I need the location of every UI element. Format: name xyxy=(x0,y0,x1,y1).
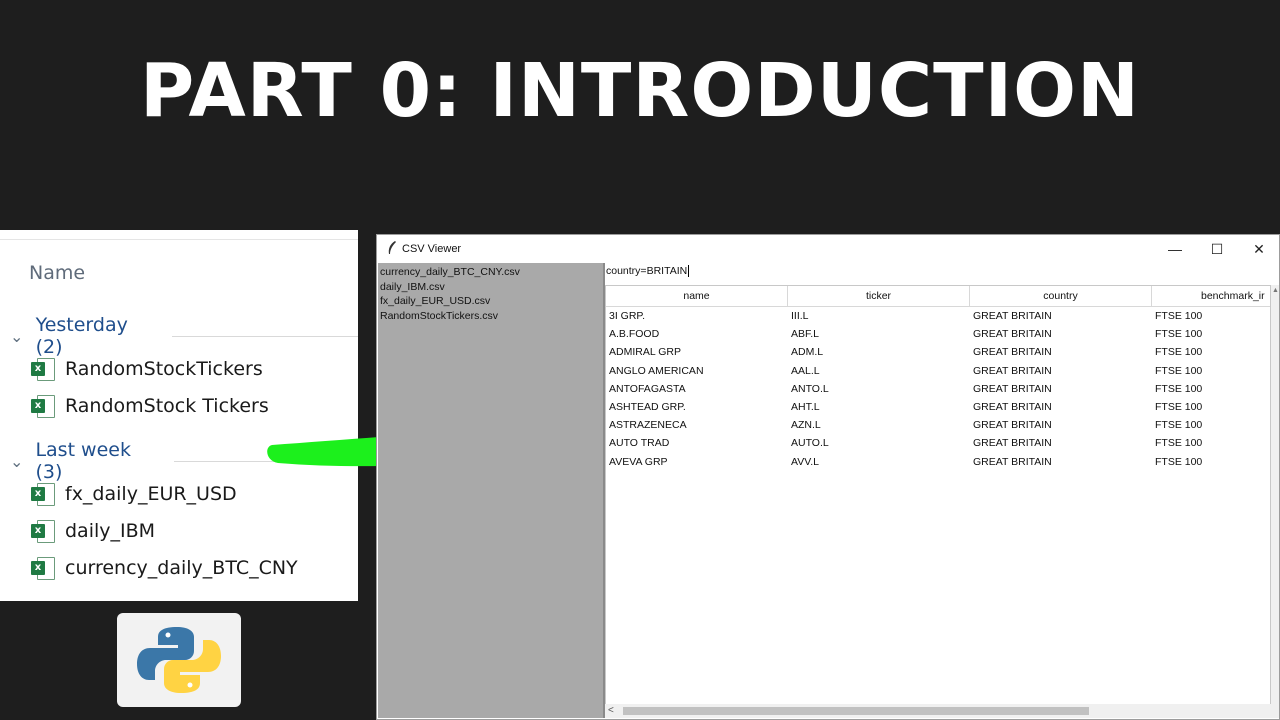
file-name: RandomStock Tickers xyxy=(65,395,269,417)
group-yesterday[interactable]: ⌄ Yesterday (2) xyxy=(10,314,358,358)
text-caret xyxy=(688,265,690,278)
horizontal-scrollbar[interactable]: < xyxy=(605,704,1279,718)
minimize-button[interactable]: — xyxy=(1160,239,1190,259)
file-item[interactable]: x RandomStock Tickers xyxy=(31,394,269,418)
cell-name: 3I GRP. xyxy=(609,310,645,322)
video-headline: PART 0: INTRODUCTION xyxy=(140,48,1140,134)
table-row[interactable]: 3I GRP. III.L GREAT BRITAIN FTSE 100 xyxy=(606,307,1270,325)
cell-country: GREAT BRITAIN xyxy=(973,437,1052,450)
cell-ticker: AHT.L xyxy=(791,400,820,413)
cell-country: GREAT BRITAIN xyxy=(973,310,1052,322)
file-item[interactable]: x fx_daily_EUR_USD xyxy=(31,482,237,506)
python-logo-tile xyxy=(117,613,241,707)
vertical-scrollbar[interactable]: ▲ xyxy=(1271,285,1279,705)
cell-ticker: ANTO.L xyxy=(791,382,829,395)
file-name: RandomStockTickers xyxy=(65,358,263,380)
title-bar[interactable]: CSV Viewer — ☐ ✕ xyxy=(377,235,1279,263)
scroll-up-icon[interactable]: ▲ xyxy=(1272,287,1279,294)
scrollbar-thumb[interactable] xyxy=(623,707,1089,715)
cell-country: GREAT BRITAIN xyxy=(973,346,1052,359)
csv-file-item[interactable]: currency_daily_BTC_CNY.csv xyxy=(378,265,603,280)
cell-country: GREAT BRITAIN xyxy=(973,328,1052,341)
cell-name: ASHTEAD GRP. xyxy=(609,400,686,413)
table-row[interactable]: A.B.FOOD ABF.L GREAT BRITAIN FTSE 100 xyxy=(606,325,1270,343)
data-table: name ticker country benchmark_ir 3I GRP.… xyxy=(605,285,1271,705)
cell-ticker: AZN.L xyxy=(791,419,821,432)
excel-file-icon: x xyxy=(31,482,55,506)
cell-name: ADMIRAL GRP xyxy=(609,346,681,359)
cell-benchmark: FTSE 100 xyxy=(1155,382,1203,395)
file-name: currency_daily_BTC_CNY xyxy=(65,557,298,579)
excel-file-icon: x xyxy=(31,519,55,543)
csv-file-item[interactable]: RandomStockTickers.csv xyxy=(378,309,603,324)
cell-country: GREAT BRITAIN xyxy=(973,400,1052,413)
csv-viewer-window: CSV Viewer — ☐ ✕ currency_daily_BTC_CNY.… xyxy=(376,234,1280,720)
scroll-left-icon[interactable]: < xyxy=(608,704,614,718)
cell-country: GREAT BRITAIN xyxy=(973,382,1052,395)
filter-value: country=BRITAIN xyxy=(606,265,688,277)
file-item[interactable]: x RandomStockTickers xyxy=(31,357,263,381)
close-button[interactable]: ✕ xyxy=(1244,239,1274,259)
cell-country: GREAT BRITAIN xyxy=(973,419,1052,432)
group-divider xyxy=(172,335,358,337)
table-row[interactable]: ADMIRAL GRP ADM.L GREAT BRITAIN FTSE 100 xyxy=(606,343,1270,361)
csv-file-list: currency_daily_BTC_CNY.csv daily_IBM.csv… xyxy=(378,263,605,718)
cell-benchmark: FTSE 100 xyxy=(1155,455,1203,468)
csv-file-item[interactable]: fx_daily_EUR_USD.csv xyxy=(378,294,603,309)
filter-input[interactable]: country=BRITAIN xyxy=(605,265,1278,280)
table-body: 3I GRP. III.L GREAT BRITAIN FTSE 100 A.B.FOO… xyxy=(606,307,1270,471)
column-header-name[interactable]: name xyxy=(606,286,788,306)
cell-ticker: AVV.L xyxy=(791,455,820,468)
python-logo-icon xyxy=(137,627,221,693)
cell-name: ASTRAZENECA xyxy=(609,419,687,432)
name-column-header[interactable]: Name xyxy=(29,262,85,284)
table-row[interactable]: ANTOFAGASTA ANTO.L GREAT BRITAIN FTSE 100 xyxy=(606,380,1270,398)
table-area: country=BRITAIN name ticker country benc… xyxy=(605,263,1279,718)
cell-country: GREAT BRITAIN xyxy=(973,455,1052,468)
cell-benchmark: FTSE 100 xyxy=(1155,400,1203,413)
excel-file-icon: x xyxy=(31,394,55,418)
cell-ticker: ADM.L xyxy=(791,346,824,359)
file-item[interactable]: x currency_daily_BTC_CNY xyxy=(31,556,298,580)
header-divider xyxy=(0,239,358,240)
table-row[interactable]: AUTO TRAD AUTO.L GREAT BRITAIN FTSE 100 xyxy=(606,434,1270,452)
table-row[interactable]: ASTRAZENECA AZN.L GREAT BRITAIN FTSE 100 xyxy=(606,416,1270,434)
maximize-button[interactable]: ☐ xyxy=(1202,239,1232,259)
window-title: CSV Viewer xyxy=(402,243,462,255)
cell-benchmark: FTSE 100 xyxy=(1155,364,1203,377)
table-row[interactable]: AVEVA GRP AVV.L GREAT BRITAIN FTSE 100 xyxy=(606,453,1270,471)
cell-name: A.B.FOOD xyxy=(609,328,660,341)
cell-name: ANGLO AMERICAN xyxy=(609,364,704,377)
group-label: Last week (3) xyxy=(35,439,131,483)
cell-country: GREAT BRITAIN xyxy=(973,364,1052,377)
group-label: Yesterday (2) xyxy=(35,314,128,358)
cell-ticker: AAL.L xyxy=(791,364,820,377)
table-header-row: name ticker country benchmark_ir xyxy=(606,286,1270,307)
cell-benchmark: FTSE 100 xyxy=(1155,437,1203,450)
column-header-country[interactable]: country xyxy=(970,286,1152,306)
cell-ticker: AUTO.L xyxy=(791,437,829,450)
table-row[interactable]: ASHTEAD GRP. AHT.L GREAT BRITAIN FTSE 100 xyxy=(606,398,1270,416)
chevron-down-icon[interactable]: ⌄ xyxy=(10,452,27,471)
column-header-ticker[interactable]: ticker xyxy=(788,286,970,306)
cell-name: AVEVA GRP xyxy=(609,455,668,468)
cell-benchmark: FTSE 100 xyxy=(1155,419,1203,432)
cell-ticker: ABF.L xyxy=(791,328,820,341)
cell-benchmark: FTSE 100 xyxy=(1155,346,1203,359)
file-name: fx_daily_EUR_USD xyxy=(65,483,237,505)
chevron-down-icon[interactable]: ⌄ xyxy=(10,327,28,346)
cell-benchmark: FTSE 100 xyxy=(1155,310,1203,322)
feather-icon xyxy=(388,241,396,254)
cell-ticker: III.L xyxy=(791,310,809,322)
table-row[interactable]: ANGLO AMERICAN AAL.L GREAT BRITAIN FTSE 100 xyxy=(606,362,1270,380)
excel-file-icon: x xyxy=(31,556,55,580)
excel-file-icon: x xyxy=(31,357,55,381)
csv-file-item[interactable]: daily_IBM.csv xyxy=(378,280,603,295)
cell-name: ANTOFAGASTA xyxy=(609,382,686,395)
cell-name: AUTO TRAD xyxy=(609,437,670,450)
column-header-benchmark[interactable]: benchmark_ir xyxy=(1152,286,1268,306)
file-name: daily_IBM xyxy=(65,520,156,542)
cell-benchmark: FTSE 100 xyxy=(1155,328,1203,341)
file-item[interactable]: x daily_IBM xyxy=(31,519,155,543)
